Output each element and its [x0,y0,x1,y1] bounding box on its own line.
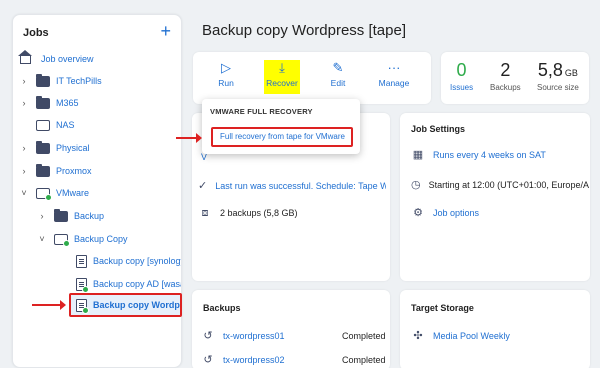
backups-card-title: Backups [203,303,241,313]
last-run-row: ✓ Last run was successful. Schedule: Tap… [198,179,386,193]
sidebar-item-backup[interactable]: › Backup [38,205,104,227]
sidebar-title: Jobs [23,27,49,39]
issues-stat[interactable]: 0 Issues [450,60,473,92]
size-value: 5,8 [537,60,563,80]
start-time-text: Starting at 12:00 (UTC+01:00, Europe/Am.… [428,180,589,190]
folder-icon [36,140,50,154]
annotation-arrow [176,133,202,143]
folder-outline-icon [36,187,52,201]
folder-icon [36,163,50,177]
job-icon [76,254,87,268]
recover-dropdown: VMWARE FULL RECOVERY Full recovery from … [202,99,360,154]
sidebar-item-label: Job overview [41,54,94,64]
edit-button[interactable]: ✎ Edit [315,58,361,88]
folder-icon [36,73,50,87]
sidebar-item-label: Physical [56,143,90,153]
page-title: Backup copy Wordpress [tape] [202,22,406,39]
restore-icon: ↺ [203,330,213,342]
sidebar-item-vmware[interactable]: ˅ VMware [20,182,89,204]
size-label: Source size [537,83,579,92]
clock-icon: ◷ [411,179,421,191]
job-settings-card: Job Settings [400,113,590,281]
folder-outline-icon [36,119,50,131]
dropdown-header: VMWARE FULL RECOVERY [210,107,313,116]
backup-box-icon: ⧈ [201,207,209,219]
recover-button[interactable]: ⤓ Recover [259,58,305,88]
start-time-row: ◷ Starting at 12:00 (UTC+01:00, Europe/A… [411,178,589,192]
media-pool-link[interactable]: Media Pool Weekly [433,331,510,341]
annotation-highlight-box [69,293,182,317]
backup-row: ↺ tx-wordpress02 [201,353,285,367]
recover-label: Recover [266,78,298,88]
edit-label: Edit [330,78,346,88]
sidebar-item-label: Backup copy [synology c [93,256,181,266]
issues-value: 0 [456,60,467,80]
sidebar-item-physical[interactable]: › Physical [20,137,90,159]
sidebar-item-label: VMware [56,188,90,198]
size-unit: GB [564,68,578,78]
sidebar-item-label: Backup [74,211,105,221]
sidebar-item-label: M365 [56,98,79,108]
backups-count-row: ⧈ 2 backups (5,8 GB) [198,206,298,220]
chevron-down-icon[interactable]: ˅ [38,234,46,244]
sidebar-item-backup-copy[interactable]: ˅ Backup Copy [38,228,128,250]
backup-row: ↺ tx-wordpress01 [201,329,285,343]
sidebar-item-job-overview[interactable]: Job overview [18,48,94,70]
schedule-row: ▦ Runs every 4 weeks on SAT [411,148,546,162]
sidebar-item-proxmox[interactable]: › Proxmox [20,160,92,182]
backups-label: Backups [490,83,521,92]
folder-outline-icon [54,233,70,247]
chevron-right-icon[interactable]: › [20,143,28,153]
sidebar-item-it-techpills[interactable]: › IT TechPills [20,70,102,92]
home-icon [18,49,32,64]
chevron-right-icon[interactable]: › [20,76,28,86]
sidebar-item-nas[interactable]: NAS [36,114,75,136]
restore-icon: ↺ [203,354,213,366]
job-icon [76,277,89,293]
sidebar-item-m365[interactable]: › M365 [20,92,79,114]
full-recovery-tape-vmware-item[interactable]: Full recovery from tape for VMware [211,127,353,147]
job-options-link[interactable]: Job options [433,208,479,218]
source-size-stat: 5,8 GB Source size [537,60,579,92]
sidebar-item-label: IT TechPills [56,76,102,86]
sidebar-item-label: Proxmox [56,166,92,176]
check-circle-icon: ✓ [198,180,208,192]
media-pool-row: ✣ Media Pool Weekly [411,329,510,343]
backup-name[interactable]: tx-wordpress01 [223,331,285,341]
sidebar-item-job-ad-wasabi[interactable]: Backup copy AD [wasabi [76,273,181,295]
sidebar-item-label: NAS [56,120,75,130]
sidebar-item-label: Backup Copy [74,234,128,244]
chevron-down-icon[interactable]: ˅ [20,188,28,198]
network-icon: ✣ [413,330,423,342]
schedule-text[interactable]: Runs every 4 weeks on SAT [433,150,546,160]
play-circle-icon: ▷ [221,60,231,75]
issues-label: Issues [450,83,474,92]
edit-icon: ✎ [332,60,344,75]
target-storage-title: Target Storage [411,303,474,313]
chevron-right-icon[interactable]: › [20,166,28,176]
chevron-right-icon[interactable]: › [20,98,28,108]
gear-icon: ⚙ [413,207,423,219]
download-icon: ⤓ [279,60,285,75]
plus-icon[interactable]: + [160,21,171,42]
backups-stat: 2 Backups [490,60,521,92]
folder-icon [36,95,50,109]
sidebar-item-label: Backup copy AD [wasabi [93,279,181,289]
more-horizontal-icon: ··· [387,60,401,75]
job-settings-title: Job Settings [411,124,466,134]
annotation-arrow [32,300,66,310]
manage-label: Manage [378,78,410,88]
chevron-right-icon[interactable]: › [38,211,46,221]
last-run-text[interactable]: Last run was successful. Schedule: Tape … [215,181,386,191]
run-label: Run [218,78,234,88]
sidebar-item-job-synology[interactable]: Backup copy [synology c [76,250,181,272]
backup-name[interactable]: tx-wordpress02 [223,355,285,365]
backups-count-text: 2 backups (5,8 GB) [220,208,298,218]
calendar-icon: ▦ [412,149,424,161]
backups-value: 2 [500,60,511,80]
run-button[interactable]: ▷ Run [203,58,249,88]
job-options-row: ⚙ Job options [411,206,479,220]
manage-button[interactable]: ··· Manage [371,58,417,88]
folder-icon [54,208,68,222]
